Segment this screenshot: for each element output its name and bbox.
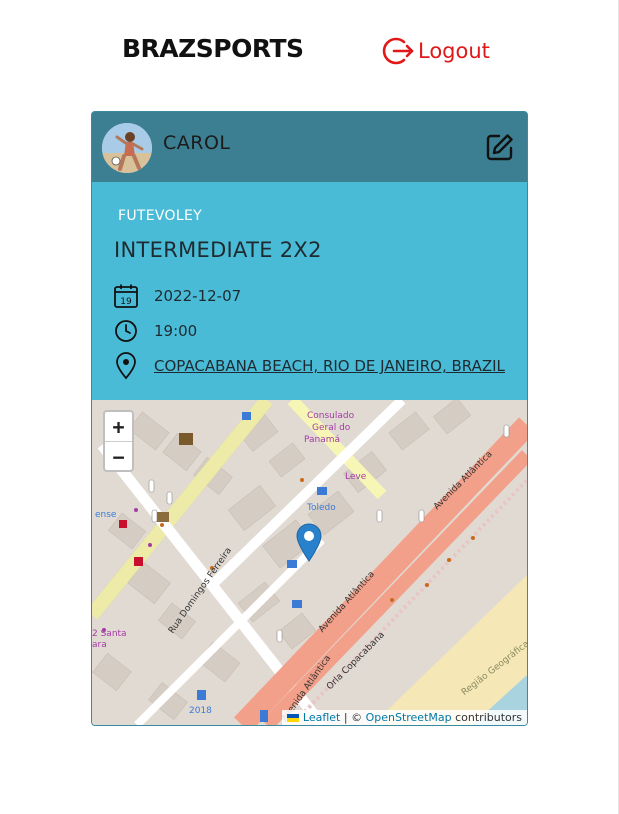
logout-icon — [382, 34, 416, 68]
map-attribution: Leaflet | © OpenStreetMap contributors — [282, 710, 527, 725]
map-pin-icon — [112, 352, 140, 380]
map-label: ara — [92, 640, 107, 650]
event-location-link[interactable]: COPACABANA BEACH, RIO DE JANEIRO, BRAZIL — [154, 357, 505, 375]
attribution-separator: | © — [340, 711, 366, 724]
osm-link[interactable]: OpenStreetMap — [366, 711, 452, 724]
map-label: Toledo — [307, 503, 336, 513]
event-time: 19:00 — [154, 322, 198, 340]
logout-label: Logout — [418, 39, 490, 63]
zoom-out-button[interactable]: − — [105, 442, 132, 471]
event-date-row: 19 2022-12-07 — [112, 283, 241, 309]
brand-logo[interactable]: BRAZSPORTS — [122, 34, 304, 63]
map-label: 2 Santa — [92, 629, 127, 639]
event-time-row: 19:00 — [112, 318, 197, 344]
calendar-day: 19 — [120, 297, 132, 307]
card-header: CAROL — [92, 112, 527, 182]
map-label: Leve — [345, 472, 367, 482]
leaflet-link[interactable]: Leaflet — [303, 711, 340, 724]
map-label: Panamá — [304, 435, 341, 445]
avatar — [102, 123, 152, 173]
logout-button[interactable]: Logout — [382, 34, 490, 68]
zoom-in-button[interactable]: + — [105, 412, 132, 442]
map-label: ense — [95, 510, 117, 520]
clock-icon — [112, 318, 140, 344]
event-card: CAROL FUTEVOLEY INTERMEDIATE 2X2 19 2022… — [91, 111, 528, 726]
calendar-icon: 19 — [112, 283, 140, 309]
attribution-tail: contributors — [451, 711, 522, 724]
map-label: 2018 — [189, 706, 212, 716]
map-zoom-control: + − — [103, 410, 134, 472]
map-label: Geral do — [312, 423, 351, 433]
ukraine-flag-icon — [287, 714, 300, 722]
owner-name: CAROL — [163, 132, 231, 154]
event-location-row: COPACABANA BEACH, RIO DE JANEIRO, BRAZIL — [112, 352, 505, 380]
event-title: INTERMEDIATE 2X2 — [114, 238, 322, 262]
edit-icon — [486, 134, 513, 161]
map-label: Consulado — [307, 411, 355, 421]
event-map[interactable]: Consulado Geral do Panamá Leve Toledo en… — [92, 400, 527, 725]
event-date: 2022-12-07 — [154, 287, 242, 305]
edit-button[interactable] — [485, 132, 515, 166]
event-category: FUTEVOLEY — [118, 208, 202, 224]
